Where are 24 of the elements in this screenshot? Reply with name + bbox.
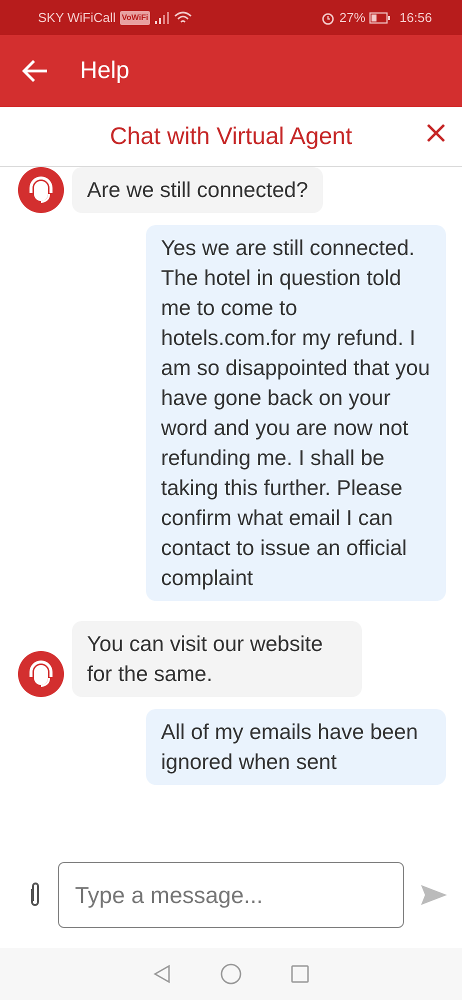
back-arrow-icon[interactable] [22, 60, 48, 82]
battery-percent: 27% [339, 8, 366, 27]
clock-time: 16:56 [399, 8, 432, 27]
agent-avatar-icon [18, 167, 64, 213]
agent-message: Are we still connected? [72, 167, 324, 213]
agent-message: You can visit our website for the same. [72, 621, 362, 697]
wifi-call-badge: VoWiFi [120, 10, 150, 24]
recents-nav-icon[interactable] [290, 964, 310, 984]
close-icon[interactable] [426, 123, 446, 143]
battery-icon [369, 12, 392, 24]
message-input[interactable]: Type a message... [58, 862, 404, 928]
user-message: Yes we are still connected. The hotel in question told me to come to hotels.com.for my refund. I am so disappointed that you have gone back on your word and you are now not refunding me. I shall be taking this further. Please confirm what email I can contact to issue an official complaint [146, 225, 446, 601]
back-nav-icon[interactable] [152, 964, 172, 984]
alarm-icon [321, 10, 336, 24]
carrier-name: SKY WiFiCall [38, 8, 116, 27]
home-nav-icon[interactable] [220, 963, 242, 985]
wifi-icon [174, 10, 192, 24]
chat-title: Chat with Virtual Agent [110, 122, 352, 152]
send-icon[interactable] [420, 883, 448, 907]
signal-icon [154, 12, 170, 24]
attachment-icon[interactable] [28, 881, 42, 909]
user-message: All of my emails have been ignored when sent [146, 709, 446, 785]
agent-avatar-icon [18, 651, 64, 697]
app-bar-title: Help [80, 56, 130, 86]
